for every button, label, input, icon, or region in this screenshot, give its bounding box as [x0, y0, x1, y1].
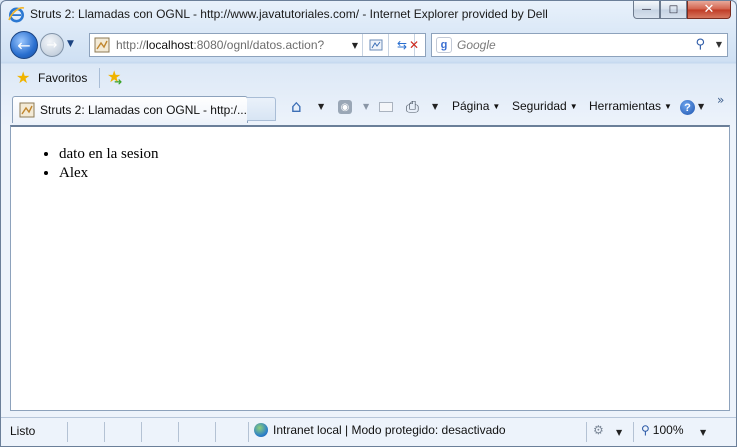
close-icon: ✕ — [703, 2, 715, 17]
globe-icon — [254, 423, 268, 437]
data-list: dato en la sesion Alex — [11, 145, 729, 183]
status-text: Listo — [10, 424, 36, 438]
help-icon[interactable]: ? — [680, 100, 695, 115]
search-box[interactable]: g Google ⚲ ▼ — [431, 33, 728, 57]
tools-menu[interactable]: Herramientas ▼ — [589, 99, 672, 113]
tab-and-command-bar: Struts 2: Llamadas con OGNL - http:/... … — [1, 93, 736, 126]
tab-title: Struts 2: Llamadas con OGNL - http:/... — [40, 103, 247, 117]
back-button[interactable]: ← — [10, 31, 38, 59]
address-url[interactable]: http://localhost:8080/ognl/datos.action? — [116, 38, 324, 52]
list-item: Alex — [59, 164, 729, 183]
minimize-button[interactable]: — — [633, 1, 660, 19]
favorites-button[interactable]: Favoritos — [38, 71, 87, 85]
add-arrow-icon: ➜ — [114, 77, 123, 88]
page-content: dato en la sesion Alex — [10, 125, 730, 411]
stop-button[interactable]: ✕ — [402, 34, 426, 56]
compatibility-view-button[interactable] — [364, 34, 388, 56]
back-arrow-icon: ← — [17, 35, 31, 55]
search-options-dropdown[interactable]: ▼ — [716, 40, 722, 49]
more-commands-chevron[interactable]: » — [717, 93, 724, 107]
ie-logo-icon — [8, 7, 25, 23]
page-menu[interactable]: Página ▼ — [452, 99, 500, 113]
page-icon — [94, 37, 110, 53]
security-zone[interactable]: Intranet local | Modo protegido: desacti… — [254, 423, 506, 437]
feeds-dropdown[interactable]: ▼ — [363, 102, 369, 111]
recent-pages-dropdown[interactable]: ▼ — [67, 39, 74, 49]
help-dropdown[interactable]: ▼ — [698, 102, 704, 111]
caption-buttons: — □ ✕ — [633, 1, 731, 19]
home-icon[interactable]: ⌂ — [291, 97, 302, 117]
read-mail-icon[interactable] — [379, 102, 393, 112]
title-bar: Struts 2: Llamadas con OGNL - http://www… — [1, 1, 736, 29]
window-title: Struts 2: Llamadas con OGNL - http://www… — [30, 7, 548, 21]
add-to-favorites-bar-button[interactable]: ★ ➜ — [107, 69, 122, 89]
search-icon[interactable]: ⚲ — [695, 37, 705, 52]
print-icon[interactable]: ⎙ — [406, 97, 419, 117]
compatibility-icon — [369, 39, 383, 51]
safety-menu[interactable]: Seguridad ▼ — [512, 99, 578, 113]
navigation-bar: ← → ▼ http://localhost:8080/ognl/datos.a… — [1, 29, 736, 62]
print-dropdown[interactable]: ▼ — [432, 102, 438, 111]
tab-current[interactable]: Struts 2: Llamadas con OGNL - http:/... — [12, 96, 248, 123]
page-icon — [19, 102, 35, 118]
zoom-icon: ⚲ — [641, 423, 650, 437]
protected-mode-icon[interactable]: ⚙ — [593, 423, 604, 437]
forward-arrow-icon: → — [46, 37, 58, 53]
zoom-dropdown[interactable]: ▼ — [700, 428, 706, 437]
rss-feed-icon[interactable]: ◉ — [338, 100, 352, 114]
favorites-star-icon: ★ — [16, 68, 31, 87]
zoom-level[interactable]: ⚲ 100% — [641, 423, 684, 437]
stop-icon: ✕ — [408, 38, 420, 52]
status-bar: Listo Intranet local | Modo protegido: d… — [1, 417, 736, 446]
protected-mode-dropdown[interactable]: ▼ — [616, 428, 622, 437]
favorites-divider — [99, 68, 100, 88]
close-button[interactable]: ✕ — [687, 1, 731, 19]
home-dropdown[interactable]: ▼ — [318, 102, 324, 111]
address-bar[interactable]: http://localhost:8080/ognl/datos.action?… — [89, 33, 426, 57]
favorites-bar: ★ Favoritos ★ ➜ — [1, 64, 736, 92]
search-placeholder[interactable]: Google — [457, 38, 496, 52]
maximize-button[interactable]: □ — [660, 1, 687, 19]
forward-button[interactable]: → — [40, 33, 64, 57]
minimize-icon: — — [641, 4, 652, 15]
list-item: dato en la sesion — [59, 145, 729, 164]
new-tab-button[interactable] — [247, 97, 276, 121]
maximize-icon: □ — [668, 4, 679, 15]
google-icon: g — [436, 37, 452, 53]
browser-window: Struts 2: Llamadas con OGNL - http://www… — [0, 0, 737, 447]
